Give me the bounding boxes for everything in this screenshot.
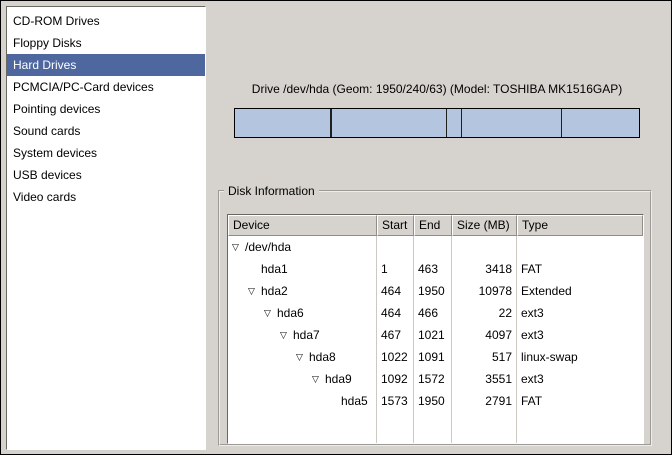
- start-cell: 1573: [377, 390, 414, 412]
- size-cell: 3551: [452, 368, 517, 390]
- expander-icon[interactable]: ▽: [296, 346, 309, 368]
- end-cell: [414, 236, 452, 258]
- partition-segment-hda5: [562, 109, 639, 137]
- column-header-start[interactable]: Start: [377, 215, 414, 236]
- device-label: hda2: [261, 280, 288, 302]
- end-cell: 1572: [414, 368, 452, 390]
- start-cell: 1022: [377, 346, 414, 368]
- hardware-browser-window: CD-ROM DrivesFloppy DisksHard DrivesPCMC…: [0, 0, 672, 455]
- disk-row-hda6[interactable]: ▽hda646446622ext3: [228, 302, 643, 324]
- device-cell: ▽hda2: [228, 280, 377, 302]
- device-label: /dev/hda: [245, 236, 291, 258]
- partition-segment-hda1: [235, 109, 331, 137]
- start-cell: 467: [377, 324, 414, 346]
- size-cell: [452, 236, 517, 258]
- column-header-size[interactable]: Size (MB): [452, 215, 517, 236]
- disk-information-label: Disk Information: [224, 184, 319, 198]
- expander-icon[interactable]: ▽: [232, 236, 245, 258]
- disk-information-frame: Disk Information DeviceStartEndSize (MB)…: [218, 184, 652, 446]
- disk-row-hda2[interactable]: ▽hda2464195010978Extended: [228, 280, 643, 302]
- partition-segment-hda7: [332, 109, 447, 137]
- sidebar-item-floppy-disks[interactable]: Floppy Disks: [7, 32, 205, 54]
- end-cell: 1091: [414, 346, 452, 368]
- type-cell: linux-swap: [517, 346, 643, 368]
- expander-icon[interactable]: ▽: [264, 302, 277, 324]
- type-cell: FAT: [517, 258, 643, 280]
- sidebar-item-hard-drives[interactable]: Hard Drives: [7, 54, 205, 76]
- disk-row-hda7[interactable]: ▽hda746710214097ext3: [228, 324, 643, 346]
- device-cell: hda1: [228, 258, 377, 280]
- disk-row-hda9[interactable]: ▽hda9109215723551ext3: [228, 368, 643, 390]
- type-cell: ext3: [517, 302, 643, 324]
- column-header-type[interactable]: Type: [517, 215, 643, 236]
- sidebar-item-usb-devices[interactable]: USB devices: [7, 164, 205, 186]
- size-cell: 2791: [452, 390, 517, 412]
- device-cell: ▽hda7: [228, 324, 377, 346]
- type-cell: Extended: [517, 280, 643, 302]
- device-label: hda7: [293, 324, 320, 346]
- end-cell: 463: [414, 258, 452, 280]
- disk-table: DeviceStartEndSize (MB)Type ▽/dev/hdahda…: [227, 214, 644, 444]
- device-label: hda6: [277, 302, 304, 324]
- size-cell: 4097: [452, 324, 517, 346]
- column-header-device[interactable]: Device: [228, 215, 377, 236]
- end-cell: 1950: [414, 280, 452, 302]
- device-label: hda1: [261, 258, 288, 280]
- end-cell: 1950: [414, 390, 452, 412]
- type-cell: [517, 236, 643, 258]
- device-cell: ▽hda6: [228, 302, 377, 324]
- device-label: hda9: [325, 368, 352, 390]
- sidebar-item-pointing-devices[interactable]: Pointing devices: [7, 98, 205, 120]
- disk-row-hda1[interactable]: hda1 14633418FAT: [228, 258, 643, 280]
- start-cell: 464: [377, 280, 414, 302]
- disk-table-body: ▽/dev/hdahda114633418FAT▽hda246419501097…: [228, 236, 643, 443]
- type-cell: ext3: [517, 368, 643, 390]
- end-cell: 466: [414, 302, 452, 324]
- end-cell: 1021: [414, 324, 452, 346]
- partition-segment-hda9: [462, 109, 561, 137]
- device-cell: ▽/dev/hda: [228, 236, 377, 258]
- disk-row-hda5[interactable]: hda5 157319502791FAT: [228, 390, 643, 412]
- device-cell: ▽hda9: [228, 368, 377, 390]
- expander-icon[interactable]: ▽: [280, 324, 293, 346]
- size-cell: 22: [452, 302, 517, 324]
- device-category-list: CD-ROM DrivesFloppy DisksHard DrivesPCMC…: [6, 6, 206, 450]
- device-label: hda5: [341, 390, 368, 412]
- sidebar-item-sound-cards[interactable]: Sound cards: [7, 120, 205, 142]
- drive-title: Drive /dev/hda (Geom: 1950/240/63) (Mode…: [234, 82, 640, 96]
- device-label: hda8: [309, 346, 336, 368]
- drive-partition-bar: [234, 108, 640, 138]
- sidebar-item-system-devices[interactable]: System devices: [7, 142, 205, 164]
- partition-segment-hda8: [447, 109, 462, 137]
- start-cell: 464: [377, 302, 414, 324]
- start-cell: 1092: [377, 368, 414, 390]
- expander-icon[interactable]: ▽: [248, 280, 261, 302]
- device-cell: hda5: [228, 390, 377, 412]
- sidebar-item-cd-rom-drives[interactable]: CD-ROM Drives: [7, 10, 205, 32]
- sidebar-item-pcmcia-pc-card-devices[interactable]: PCMCIA/PC-Card devices: [7, 76, 205, 98]
- size-cell: 10978: [452, 280, 517, 302]
- size-cell: 517: [452, 346, 517, 368]
- size-cell: 3418: [452, 258, 517, 280]
- disk-table-header: DeviceStartEndSize (MB)Type: [228, 215, 643, 236]
- column-header-end[interactable]: End: [414, 215, 452, 236]
- disk-row-dev-hda[interactable]: ▽/dev/hda: [228, 236, 643, 258]
- type-cell: FAT: [517, 390, 643, 412]
- start-cell: 1: [377, 258, 414, 280]
- expander-icon[interactable]: ▽: [312, 368, 325, 390]
- device-cell: ▽hda8: [228, 346, 377, 368]
- disk-row-hda8[interactable]: ▽hda810221091517linux-swap: [228, 346, 643, 368]
- sidebar-item-video-cards[interactable]: Video cards: [7, 186, 205, 208]
- type-cell: ext3: [517, 324, 643, 346]
- start-cell: [377, 236, 414, 258]
